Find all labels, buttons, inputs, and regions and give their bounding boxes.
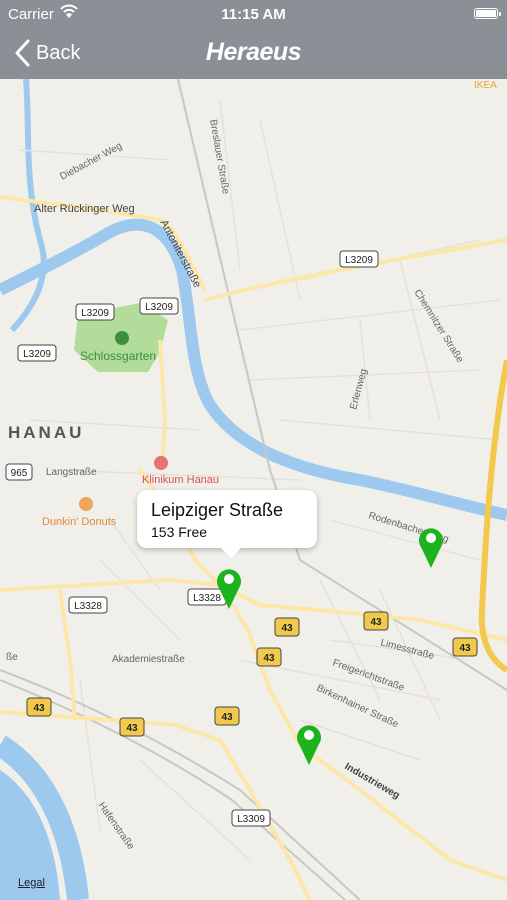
street-label: Langstraße xyxy=(46,467,97,478)
place-label: Schlossgarten xyxy=(80,349,156,363)
status-bar: Carrier 11:15 AM xyxy=(0,0,507,28)
svg-text:43: 43 xyxy=(263,653,275,664)
road-shield: L3209 xyxy=(339,250,379,268)
location-callout[interactable]: Leipziger Straße 153 Free xyxy=(137,490,317,558)
district-label: HANAU xyxy=(8,423,84,442)
svg-text:43: 43 xyxy=(221,712,233,723)
battery-icon xyxy=(474,8,501,19)
street-label: ße xyxy=(6,652,18,663)
svg-text:43: 43 xyxy=(370,617,382,628)
road-shield: 43 xyxy=(26,697,52,717)
road-shield: L3209 xyxy=(17,344,57,362)
road-shield: L3209 xyxy=(75,303,115,321)
road-shield: L3209 xyxy=(139,297,179,315)
road-shield: L3328 xyxy=(68,596,108,614)
svg-text:L3209: L3209 xyxy=(81,308,109,319)
map-pin-icon[interactable] xyxy=(216,566,242,610)
brand-logo: Heraeus xyxy=(205,38,302,66)
svg-text:43: 43 xyxy=(33,703,45,714)
road-shield: 43 xyxy=(274,617,300,637)
map-pin-icon[interactable] xyxy=(418,525,444,569)
svg-text:L3209: L3209 xyxy=(23,349,51,360)
hospital-icon xyxy=(154,456,168,470)
park-icon xyxy=(115,331,129,345)
place-label: Klinikum Hanau xyxy=(142,474,219,486)
svg-text:43: 43 xyxy=(459,643,471,654)
place-label: Dunkin' Donuts xyxy=(42,516,117,528)
road-shield: 965 xyxy=(5,463,33,481)
road-shield: 43 xyxy=(214,706,240,726)
road-shield: 43 xyxy=(256,647,282,667)
svg-text:L3209: L3209 xyxy=(345,255,373,266)
road-shield: 43 xyxy=(452,637,478,657)
svg-text:L3328: L3328 xyxy=(74,601,102,612)
svg-text:965: 965 xyxy=(11,468,28,479)
restaurant-icon xyxy=(79,497,93,511)
street-label: Alter Rückinger Weg xyxy=(34,203,135,215)
svg-text:L3209: L3209 xyxy=(145,302,173,313)
map-pin-icon[interactable] xyxy=(296,722,322,766)
clock: 11:15 AM xyxy=(221,6,286,23)
road-shield: L3309 xyxy=(231,809,271,827)
svg-text:43: 43 xyxy=(281,623,293,634)
svg-text:L3309: L3309 xyxy=(237,814,265,825)
place-label: IKEA xyxy=(474,80,497,91)
road-shield: 43 xyxy=(119,717,145,737)
svg-text:43: 43 xyxy=(126,723,138,734)
callout-subtitle: 153 Free xyxy=(151,524,208,540)
navigation-bar: Back Heraeus xyxy=(0,28,507,79)
legal-link[interactable]: Legal xyxy=(18,877,45,889)
street-label: Akademiestraße xyxy=(112,654,185,665)
callout-title: Leipziger Straße xyxy=(151,500,284,520)
road-shield: 43 xyxy=(363,611,389,631)
